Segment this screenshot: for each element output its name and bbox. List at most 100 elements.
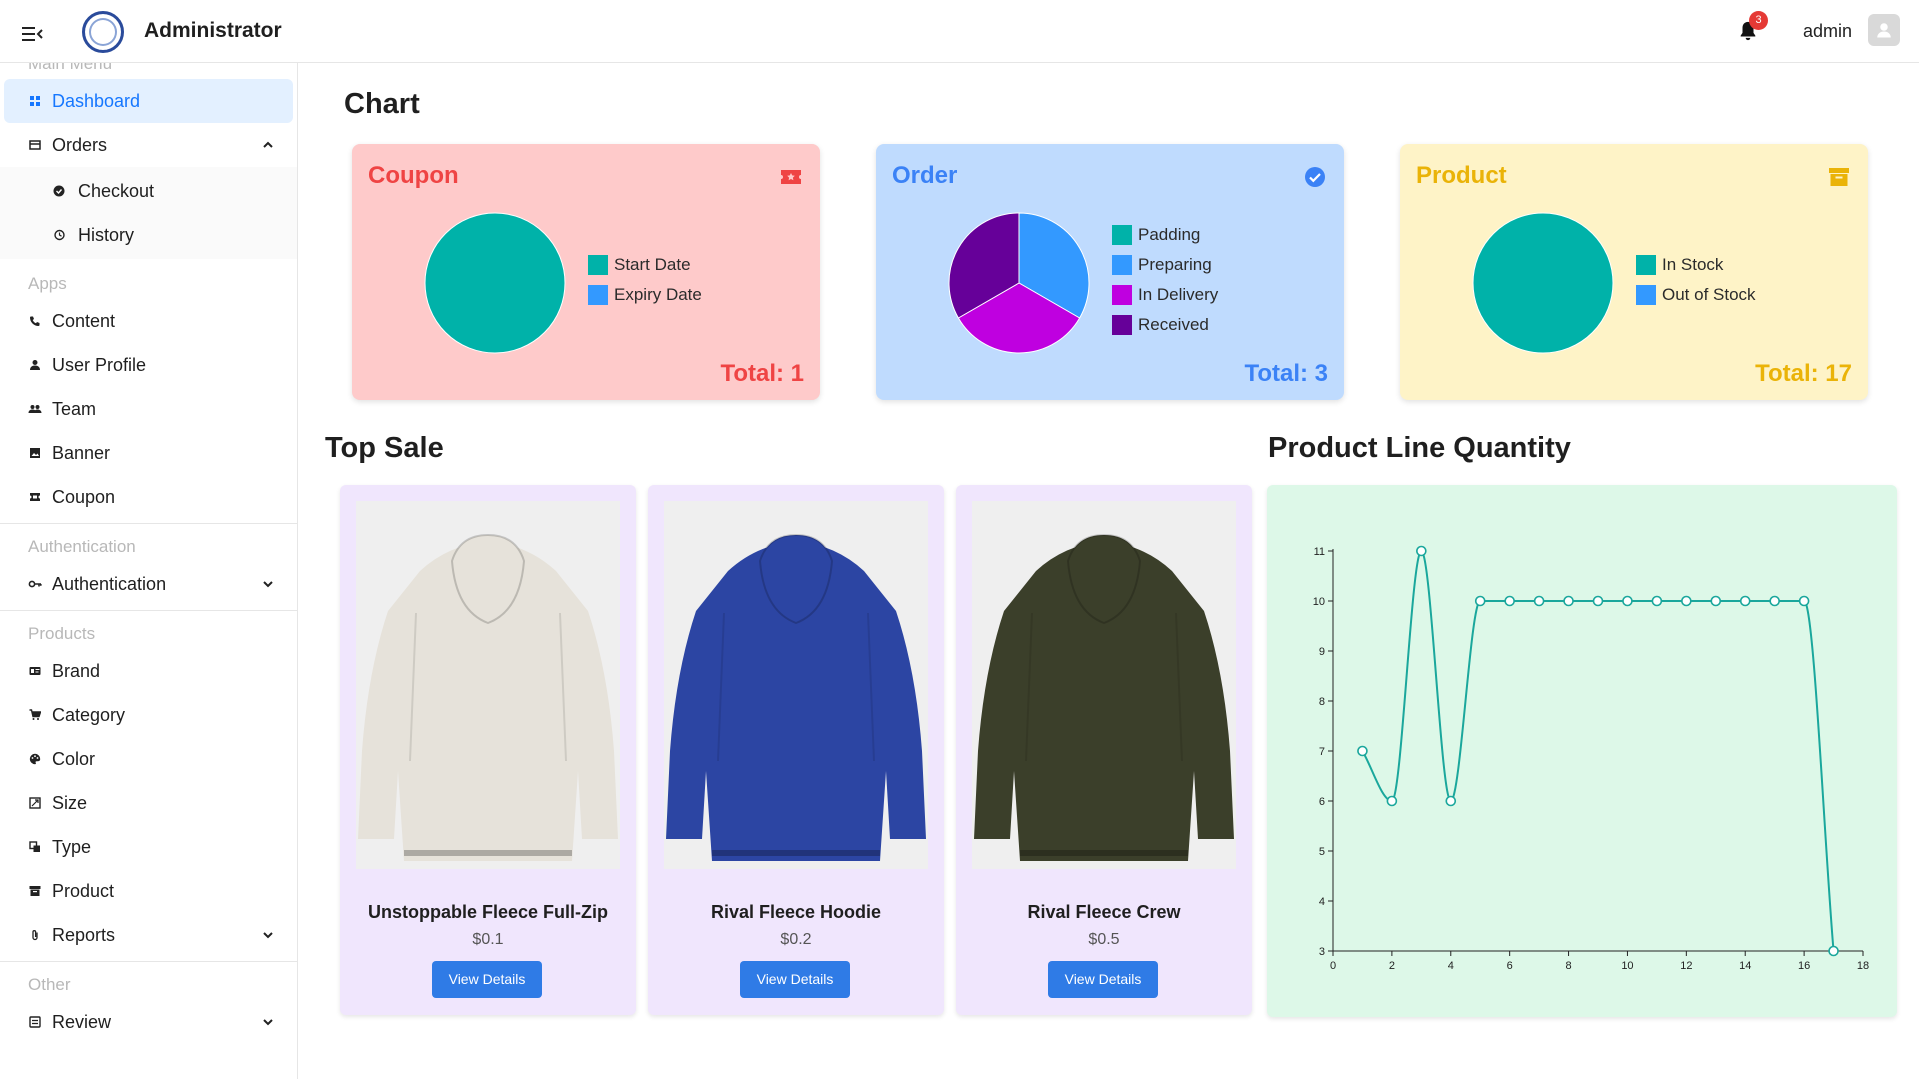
legend-swatch <box>1636 255 1656 275</box>
sidebar-item-checkout[interactable]: Checkout <box>0 169 297 213</box>
sidebar-item-label: Size <box>52 792 88 813</box>
chevron-down-icon[interactable] <box>261 928 275 942</box>
sidebar-item-label: Brand <box>52 660 101 681</box>
app-logo[interactable] <box>82 11 124 53</box>
sidebar-item-label: Banner <box>52 442 111 463</box>
legend-item[interactable]: Out of Stock <box>1636 280 1756 310</box>
sidebar-item-history[interactable]: History <box>0 213 297 257</box>
sidebar-item-size[interactable]: Size <box>0 781 297 825</box>
user-name[interactable]: admin <box>1803 21 1852 42</box>
sidebar-item-label: Type <box>52 836 92 857</box>
pie-slice-start-date[interactable] <box>424 212 566 354</box>
key-icon <box>28 577 42 591</box>
view-details-button[interactable]: View Details <box>432 961 542 998</box>
top-sale-heading: Top Sale <box>325 432 444 464</box>
data-point[interactable] <box>1504 595 1515 607</box>
hoodie-image <box>974 533 1234 861</box>
data-point[interactable] <box>1681 595 1692 607</box>
product-image[interactable] <box>972 501 1236 869</box>
sidebar-item-authentication[interactable]: Authentication <box>0 562 297 606</box>
sidebar-item-category[interactable]: Category <box>0 693 297 737</box>
data-point[interactable] <box>1828 945 1839 957</box>
sidebar-item-label: Team <box>52 398 97 419</box>
sidebar-item-review[interactable]: Review <box>0 1000 297 1044</box>
legend-item[interactable]: Padding <box>1112 220 1218 250</box>
product-card: Product In Stock Out of Stock Total: 17 <box>1400 144 1868 400</box>
sidebar-item-dashboard[interactable]: Dashboard <box>4 79 293 123</box>
sidebar-item-brand[interactable]: Brand <box>0 649 297 693</box>
data-point[interactable] <box>1739 595 1751 607</box>
chevron-up-icon[interactable] <box>261 138 275 152</box>
sidebar-item-label: Product <box>52 880 115 901</box>
section-apps: Apps <box>28 274 67 293</box>
product-line-quantity-card: 3 4 5 6 7 8 9 10 11 0 2 4 6 8 10 12 14 16 18 <box>1267 485 1897 1017</box>
user-avatar[interactable] <box>1868 14 1900 46</box>
x-tick-label: 6 <box>1507 960 1513 972</box>
sidebar-divider <box>0 523 297 524</box>
data-point[interactable] <box>1416 545 1427 557</box>
card-title: Order <box>892 162 958 189</box>
product-image[interactable] <box>356 501 620 869</box>
sidebar-item-orders[interactable]: Orders <box>0 123 297 167</box>
sidebar-item-product[interactable]: Product <box>0 869 297 913</box>
sidebar-item-banner[interactable]: Banner <box>0 431 297 475</box>
check-circle-icon <box>1305 167 1325 187</box>
coupon-card: Coupon Start Date Expiry Date Total: 1 <box>352 144 820 400</box>
sidebar-item-label: History <box>78 224 135 245</box>
card-total: Total: 3 <box>1244 360 1328 387</box>
legend-label: Padding <box>1138 225 1201 244</box>
legend-item[interactable]: Expiry Date <box>588 280 702 310</box>
sidebar-item-user-profile[interactable]: User Profile <box>0 343 297 387</box>
chevron-down-icon[interactable] <box>261 577 275 591</box>
card-title: Coupon <box>368 162 459 189</box>
legend-item[interactable]: In Stock <box>1636 250 1756 280</box>
product-name: Rival Fleece Crew <box>1027 902 1181 922</box>
product-price: $0.1 <box>472 931 504 948</box>
x-tick-label: 8 <box>1565 960 1571 972</box>
legend-item[interactable]: Start Date <box>588 250 702 280</box>
sidebar-item-reports[interactable]: Reports <box>0 913 297 957</box>
sidebar-item-label: User Profile <box>52 354 147 375</box>
line-series <box>1361 549 1835 952</box>
data-point[interactable] <box>1474 595 1486 607</box>
product-price: $0.5 <box>1088 931 1120 948</box>
x-tick-label: 0 <box>1330 960 1336 972</box>
legend-label: Out of Stock <box>1662 285 1756 304</box>
view-details-button[interactable]: View Details <box>1048 961 1158 998</box>
data-point[interactable] <box>1563 595 1574 607</box>
chevron-down-icon[interactable] <box>261 1015 275 1029</box>
data-point[interactable] <box>1798 595 1810 607</box>
review-icon <box>28 1015 42 1029</box>
data-point[interactable] <box>1651 595 1663 607</box>
data-point[interactable] <box>1386 795 1398 807</box>
product-image[interactable] <box>664 501 928 869</box>
data-point[interactable] <box>1445 795 1457 807</box>
x-tick-label: 16 <box>1798 960 1810 972</box>
legend-item[interactable]: In Delivery <box>1112 280 1218 310</box>
data-point[interactable] <box>1533 595 1545 607</box>
sidebar-item-team[interactable]: Team <box>0 387 297 431</box>
legend-item[interactable]: Preparing <box>1112 250 1218 280</box>
legend-label: Preparing <box>1138 255 1212 274</box>
pie-slice-in-stock[interactable] <box>1472 212 1614 354</box>
x-tick-label: 10 <box>1621 960 1633 972</box>
sidebar-item-color[interactable]: Color <box>0 737 297 781</box>
data-point[interactable] <box>1622 595 1633 607</box>
data-point[interactable] <box>1357 745 1368 757</box>
sidebar-item-content[interactable]: Content <box>0 299 297 343</box>
sidebar-item-label: Authentication <box>52 573 167 594</box>
x-tick-label: 12 <box>1680 960 1692 972</box>
legend-swatch <box>1636 285 1656 305</box>
view-details-button[interactable]: View Details <box>740 961 850 998</box>
data-point[interactable] <box>1592 595 1604 607</box>
order-legend: Padding Preparing In Delivery Received <box>1112 220 1218 340</box>
sidebar-item-label: Orders <box>52 134 108 155</box>
section-main-menu: Main Menu <box>28 63 113 73</box>
legend-item[interactable]: Received <box>1112 310 1218 340</box>
data-point[interactable] <box>1769 595 1780 607</box>
sidebar-divider <box>0 961 297 962</box>
sidebar-item-type[interactable]: Type <box>0 825 297 869</box>
menu-toggle-icon[interactable] <box>20 22 44 46</box>
sidebar-item-coupon[interactable]: Coupon <box>0 475 297 519</box>
data-point[interactable] <box>1710 595 1722 607</box>
